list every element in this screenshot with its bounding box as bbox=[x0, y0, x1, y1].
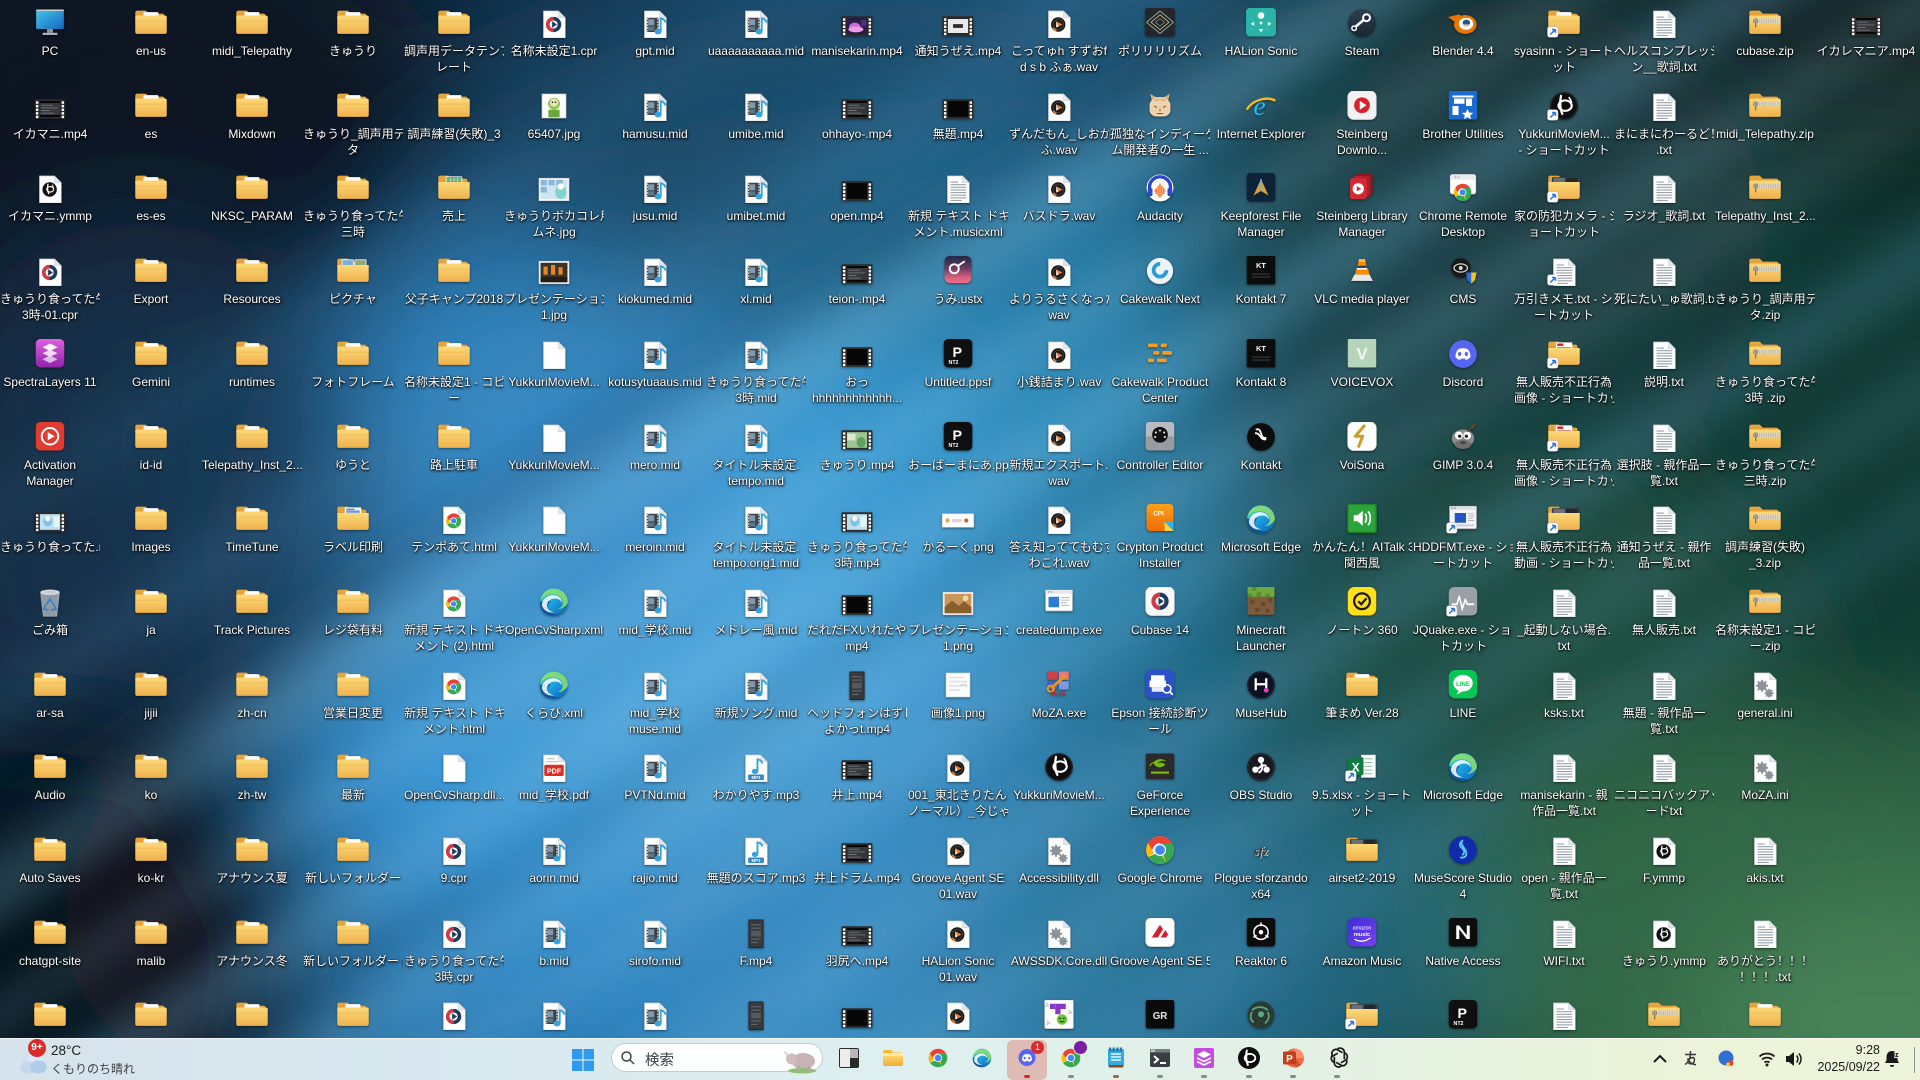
svg-text:NT2: NT2 bbox=[1454, 1021, 1464, 1027]
svg-text:NT2: NT2 bbox=[949, 443, 959, 449]
svg-text:MoZA: MoZA bbox=[1050, 692, 1066, 698]
svg-text:P: P bbox=[952, 345, 962, 361]
svg-text:V: V bbox=[1356, 345, 1367, 363]
svg-text:NT2: NT2 bbox=[949, 360, 959, 366]
svg-text:z: z bbox=[1895, 1052, 1899, 1059]
svg-text:sfz: sfz bbox=[1253, 844, 1268, 858]
svg-text:CPI: CPI bbox=[1153, 510, 1164, 517]
svg-text:music: music bbox=[1354, 932, 1370, 938]
svg-text:KT: KT bbox=[1256, 261, 1266, 270]
svg-text:P: P bbox=[952, 428, 962, 444]
svg-text:amazon: amazon bbox=[1353, 925, 1372, 931]
svg-text:GR: GR bbox=[1153, 1011, 1168, 1022]
svg-text:P: P bbox=[1286, 1054, 1293, 1065]
svg-text:LINE: LINE bbox=[1456, 682, 1470, 688]
svg-text:e: e bbox=[1253, 91, 1265, 121]
svg-text:P: P bbox=[1457, 1006, 1467, 1022]
svg-text:KT: KT bbox=[1256, 344, 1266, 353]
